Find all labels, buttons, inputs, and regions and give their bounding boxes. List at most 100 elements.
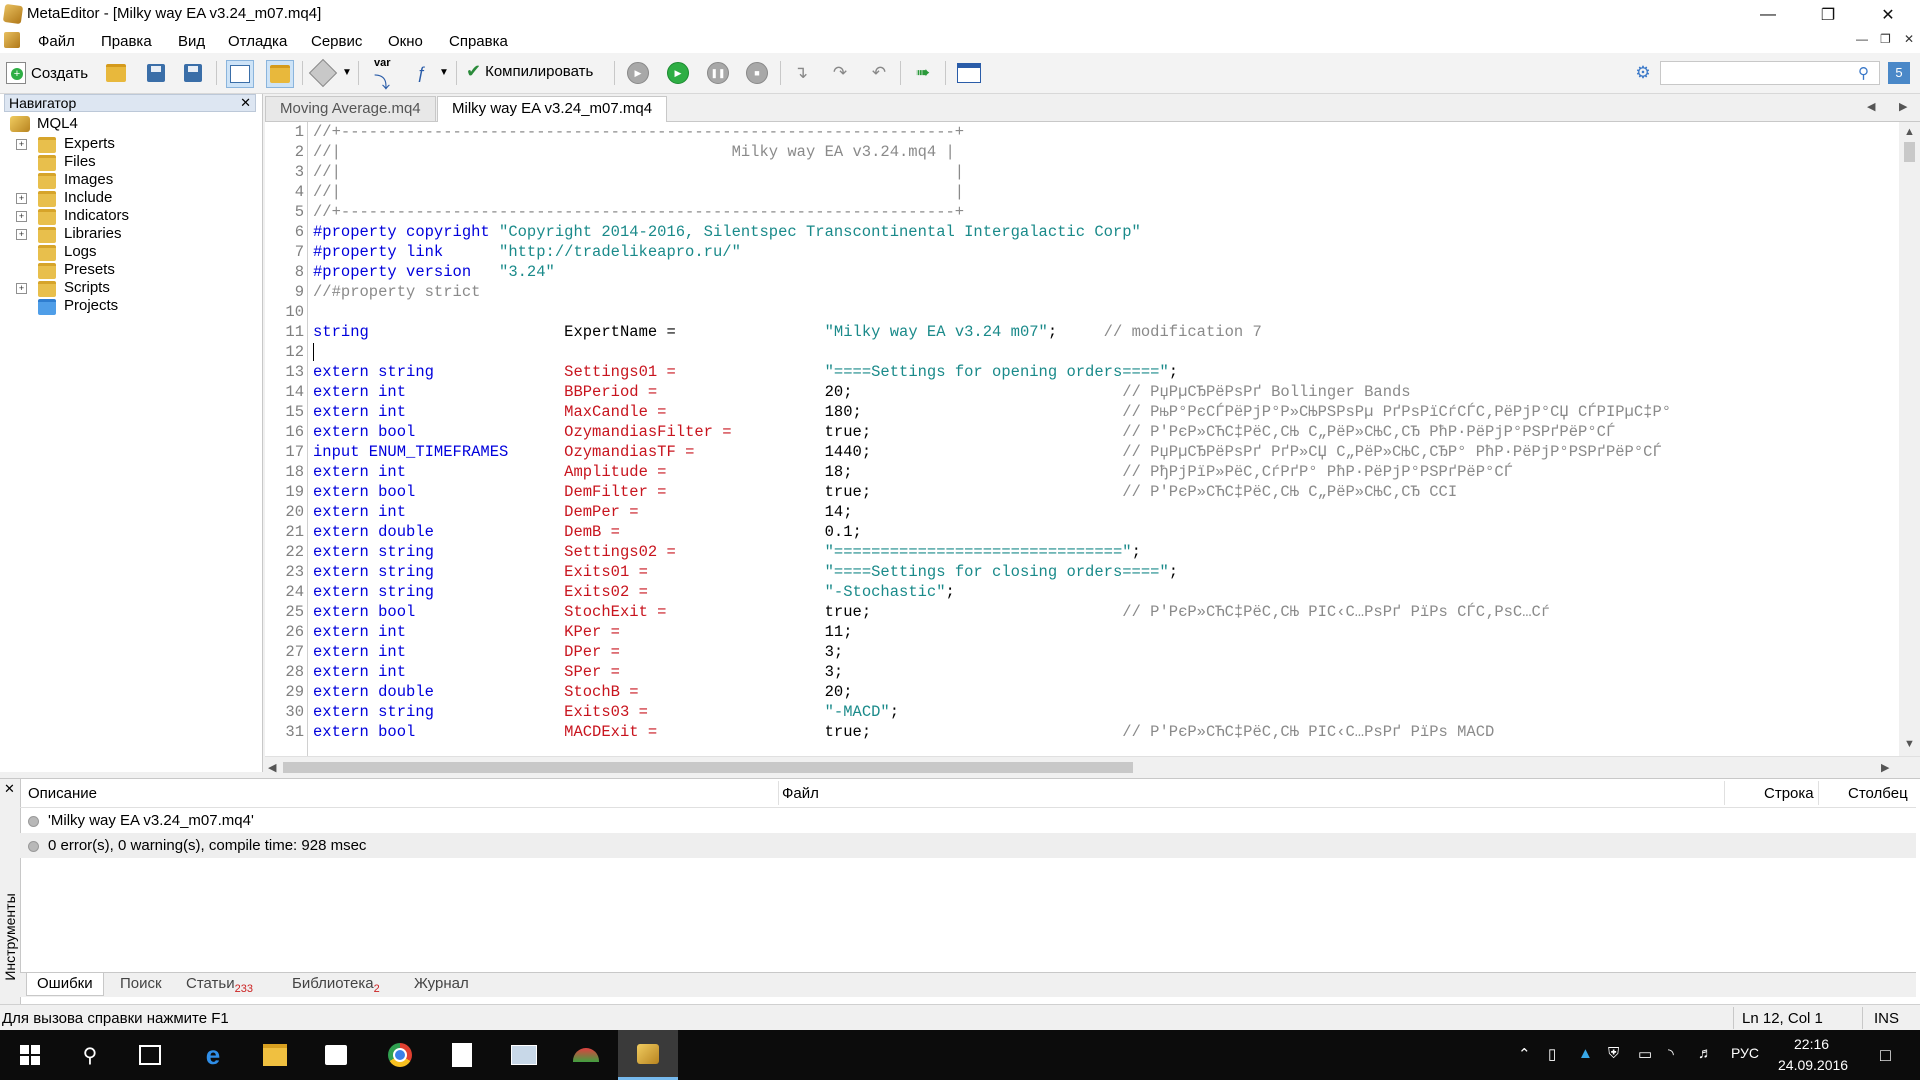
menu-edit[interactable]: Правка <box>101 33 152 50</box>
open-button[interactable] <box>103 60 129 86</box>
search-taskbar-button[interactable]: ⚲ <box>60 1030 120 1080</box>
stop-debug-button[interactable]: ■ <box>744 60 770 86</box>
expand-icon[interactable]: + <box>16 193 27 204</box>
expand-icon[interactable]: + <box>16 229 27 240</box>
metaeditor-taskbar-button[interactable] <box>618 1030 678 1080</box>
chrome-taskbar-button[interactable] <box>370 1030 430 1080</box>
calculator-taskbar-button[interactable] <box>432 1030 492 1080</box>
document-icon[interactable] <box>4 32 20 48</box>
terminal-button[interactable] <box>956 60 982 86</box>
app-taskbar-button[interactable] <box>494 1030 554 1080</box>
mdi-close-icon[interactable]: ✕ <box>1904 32 1914 46</box>
tab-moving-average[interactable]: Moving Average.mq4 <box>265 96 436 121</box>
step-over-button[interactable]: ↷ <box>827 60 853 86</box>
vertical-scroll-thumb[interactable] <box>1904 142 1915 162</box>
tray-expand-icon[interactable]: ⌃ <box>1518 1045 1531 1063</box>
tree-item-include[interactable]: + Include <box>16 188 250 208</box>
metaeditor-app-icon[interactable] <box>2 3 24 25</box>
menu-tools[interactable]: Сервис <box>311 33 362 50</box>
search-input[interactable] <box>1660 61 1880 85</box>
menu-window[interactable]: Окно <box>388 33 423 50</box>
close-button[interactable]: ✕ <box>1860 0 1916 29</box>
scroll-right-icon[interactable]: ▶ <box>1881 761 1889 774</box>
tree-item-files[interactable]: Files <box>20 152 250 172</box>
scroll-left-icon[interactable]: ◀ <box>268 761 276 774</box>
clock-time[interactable]: 22:16 <box>1794 1036 1829 1052</box>
tab-scroll-right-icon[interactable]: ▶ <box>1899 100 1907 113</box>
explorer-taskbar-button[interactable] <box>245 1030 305 1080</box>
task-view-button[interactable] <box>120 1030 180 1080</box>
terminal-taskbar-button[interactable] <box>556 1030 616 1080</box>
function-dropdown-icon[interactable]: ▼ <box>439 67 449 78</box>
step-out-button[interactable]: ↶ <box>866 60 892 86</box>
menu-file[interactable]: Файл <box>38 33 75 50</box>
shield-icon[interactable]: ⛨ <box>1608 1045 1619 1062</box>
menu-help[interactable]: Справка <box>449 33 508 50</box>
tab-journal[interactable]: Журнал <box>404 973 479 995</box>
tree-item-presets[interactable]: Presets <box>20 260 250 280</box>
save-button[interactable] <box>143 60 169 86</box>
edge-taskbar-button[interactable]: e <box>183 1030 243 1080</box>
expand-icon[interactable]: + <box>16 211 27 222</box>
insert-function-button[interactable]: ƒ <box>408 60 434 86</box>
navigator-close-icon[interactable]: ✕ <box>240 95 251 111</box>
start-debug-button[interactable]: ▶ <box>665 60 691 86</box>
clock-date[interactable]: 24.09.2016 <box>1778 1057 1848 1073</box>
search-icon[interactable]: ⚲ <box>1858 64 1869 82</box>
tree-item-indicators[interactable]: + Indicators <box>16 206 250 226</box>
menu-view[interactable]: Вид <box>178 33 205 50</box>
code-editor[interactable]: 1 2 3 4 5 6 7 8 9 10 11 12 13 14 15 16 17 18 19 20 21 22 23 24 2… <box>265 122 1899 756</box>
expand-icon[interactable]: + <box>16 139 27 150</box>
scroll-down-icon[interactable]: ▼ <box>1904 738 1915 750</box>
create-button[interactable]: + Создать <box>6 62 88 84</box>
start-button[interactable] <box>0 1030 60 1080</box>
language-indicator[interactable]: РУС <box>1731 1045 1759 1061</box>
toolbox-close-icon[interactable]: ✕ <box>4 781 15 797</box>
step-into-button[interactable]: ↴ <box>788 60 814 86</box>
tree-item-images[interactable]: Images <box>20 170 250 190</box>
wifi-icon[interactable]: ◝ <box>1668 1045 1674 1063</box>
notifications-icon[interactable]: □ <box>1880 1045 1891 1066</box>
tab-milky-way-ea[interactable]: Milky way EA v3.24_m07.mq4 <box>437 96 668 122</box>
minimize-button[interactable]: — <box>1740 0 1796 29</box>
mdi-restore-icon[interactable]: ❐ <box>1880 32 1891 46</box>
menu-debug[interactable]: Отладка <box>228 33 287 50</box>
column-line[interactable]: Строка <box>1764 785 1814 802</box>
column-file[interactable]: Файл <box>782 785 819 802</box>
volume-icon[interactable]: ♬ <box>1698 1045 1713 1062</box>
horizontal-scrollbar[interactable]: ◀ ▶ <box>265 756 1920 777</box>
tab-articles[interactable]: Статьи233 <box>176 973 263 995</box>
tree-item-experts[interactable]: + Experts <box>16 134 250 154</box>
battery-icon[interactable]: ▭ <box>1638 1045 1652 1063</box>
tab-scroll-left-icon[interactable]: ◀ <box>1867 100 1875 113</box>
tab-errors[interactable]: Ошибки <box>26 973 104 996</box>
column-column[interactable]: Столбец <box>1848 785 1908 802</box>
expand-icon[interactable]: + <box>16 283 27 294</box>
go-to-line-button[interactable]: ➠ <box>910 60 936 86</box>
save-all-button[interactable] <box>180 60 206 86</box>
tree-item-logs[interactable]: Logs <box>20 242 250 262</box>
search-settings-button[interactable]: ⚙ <box>1630 60 1656 86</box>
pause-debug-button[interactable]: ❚❚ <box>705 60 731 86</box>
tray-tablet-icon[interactable]: ▯ <box>1548 1045 1556 1063</box>
community-icon[interactable]: 5 <box>1888 62 1910 84</box>
compile-button[interactable]: ✔ Компилировать <box>466 61 593 82</box>
vertical-scrollbar[interactable]: ▲ ▼ <box>1899 122 1920 756</box>
mdi-minimize-icon[interactable]: — <box>1856 32 1868 46</box>
toolbox-toggle-button[interactable] <box>266 60 294 88</box>
table-row[interactable]: 'Milky way EA v3.24_m07.mq4' <box>20 808 1916 833</box>
table-row[interactable]: 0 error(s), 0 warning(s), compile time: … <box>20 833 1916 858</box>
horizontal-scroll-thumb[interactable] <box>283 762 1133 773</box>
store-taskbar-button[interactable] <box>306 1030 366 1080</box>
tab-library[interactable]: Библиотека2 <box>282 973 390 995</box>
navigator-toggle-button[interactable] <box>226 60 254 88</box>
tree-item-libraries[interactable]: + Libraries <box>16 224 250 244</box>
tree-root-mql4[interactable]: MQL4 <box>10 114 250 134</box>
insert-dropdown-icon[interactable]: ▼ <box>342 67 352 78</box>
scroll-up-icon[interactable]: ▲ <box>1904 126 1915 138</box>
insert-variable-button[interactable]: var ⤵ <box>372 57 398 92</box>
google-drive-icon[interactable]: ▲ <box>1578 1045 1593 1062</box>
tree-item-projects[interactable]: Projects <box>20 296 250 316</box>
insert-button[interactable] <box>308 58 338 88</box>
tab-search[interactable]: Поиск <box>110 973 172 995</box>
